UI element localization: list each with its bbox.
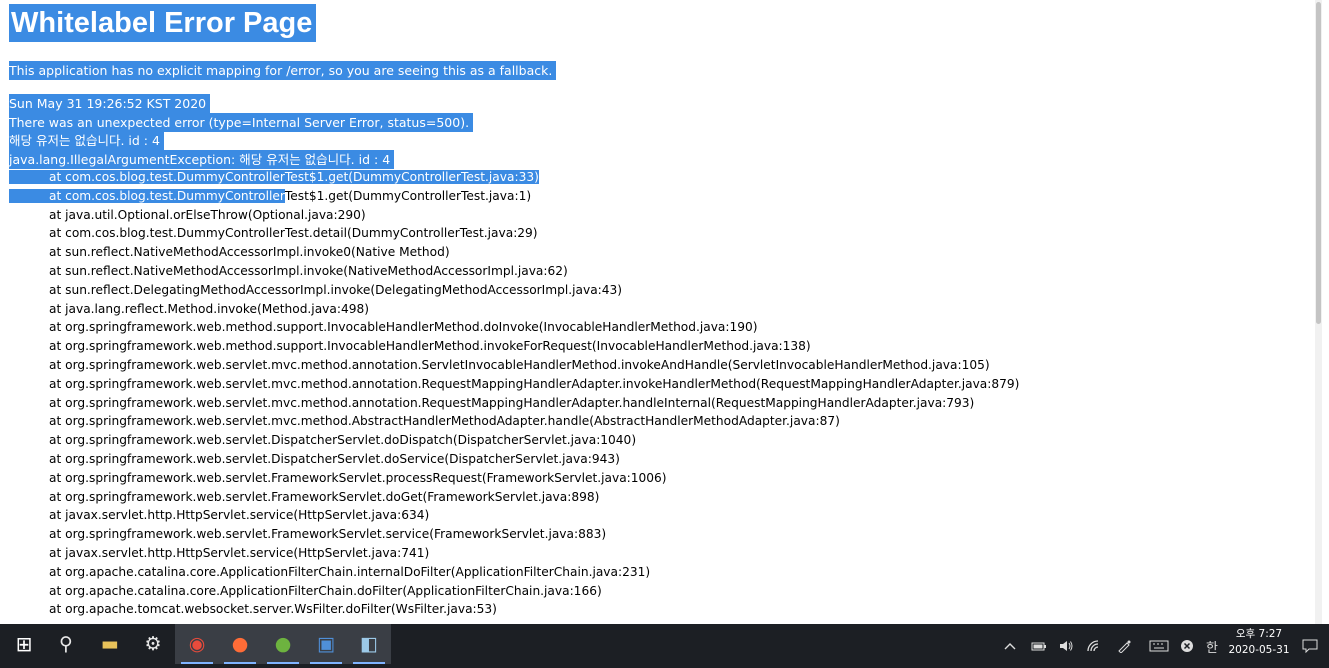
- taskbar-chrome-button[interactable]: ◉: [175, 624, 219, 664]
- taskbar-file-explorer-button[interactable]: ▬: [88, 624, 132, 664]
- stack-frame: at sun.reflect.NativeMethodAccessorImpl.…: [49, 263, 568, 278]
- editor-icon: ▣: [317, 633, 335, 655]
- stack-trace: at com.cos.blog.test.DummyControllerTest…: [9, 168, 1019, 619]
- stack-frame: at org.springframework.web.servlet.Dispa…: [49, 433, 637, 448]
- running-indicator: [181, 662, 213, 664]
- error-timestamp: Sun May 31 19:26:52 KST 2020: [9, 94, 211, 113]
- stack-frame: at com.cos.blog.test.DummyControllerTest…: [49, 226, 538, 241]
- stack-frame: at org.springframework.web.servlet.Dispa…: [49, 451, 620, 466]
- running-indicator: [224, 662, 256, 664]
- taskbar-start-button[interactable]: ⊞: [2, 624, 46, 664]
- stack-frame: at org.springframework.web.servlet.mvc.m…: [49, 357, 990, 372]
- postman-icon: ●: [231, 633, 249, 655]
- wifi-icon[interactable]: [1083, 624, 1105, 668]
- taskbar-search-button[interactable]: ⚲: [44, 624, 88, 664]
- chrome-icon: ◉: [188, 633, 206, 655]
- taskbar-notes-button[interactable]: ◧: [347, 624, 391, 664]
- stack-frame: at org.springframework.web.method.suppor…: [49, 320, 758, 335]
- notification-icon[interactable]: [1298, 624, 1322, 668]
- pen-icon[interactable]: [1113, 624, 1135, 668]
- taskbar-settings-button[interactable]: ⚙: [131, 624, 175, 664]
- stack-frame: at java.util.Optional.orElseThrow(Option…: [49, 207, 366, 222]
- stack-frame: at javax.servlet.http.HttpServlet.servic…: [49, 508, 430, 523]
- fallback-message: This application has no explicit mapping…: [9, 61, 557, 80]
- gear-icon: ⚙: [144, 633, 162, 655]
- ime-indicator[interactable]: 한: [1202, 624, 1222, 668]
- error-page: Whitelabel Error Page This application h…: [0, 0, 1322, 624]
- selected-partial-text: at com.cos.blog.test.DummyController: [9, 188, 285, 203]
- notes-icon: ◧: [360, 633, 378, 655]
- selected-frame-text: at com.cos.blog.test.DummyControllerTest…: [9, 170, 539, 184]
- stack-frame: at javax.servlet.http.HttpServlet.servic…: [49, 545, 430, 560]
- battery-icon[interactable]: [1028, 624, 1050, 668]
- clock-time: 오후 7:27: [1235, 628, 1283, 640]
- leaf-icon: ●: [274, 633, 292, 655]
- vertical-scrollbar[interactable]: [1315, 0, 1322, 624]
- stack-frame: at org.springframework.web.servlet.Frame…: [49, 489, 600, 504]
- stack-frame: at sun.reflect.NativeMethodAccessorImpl.…: [49, 245, 450, 260]
- folder-icon: ▬: [101, 633, 119, 655]
- exception-line: java.lang.IllegalArgumentException: 해당 유…: [9, 150, 395, 169]
- unselected-partial-text: Test$1.get(DummyControllerTest.java:1): [284, 188, 532, 203]
- search-icon: ⚲: [59, 633, 73, 655]
- stack-frame: at org.springframework.web.servlet.Frame…: [49, 470, 667, 485]
- stack-frame: at org.springframework.web.servlet.mvc.m…: [49, 414, 840, 429]
- stack-frame: at org.apache.catalina.core.ApplicationF…: [49, 564, 651, 579]
- keyboard-icon[interactable]: [1146, 624, 1172, 668]
- running-indicator: [267, 662, 299, 664]
- clock-date: 2020-05-31: [1228, 644, 1290, 656]
- taskbar-postman-button[interactable]: ●: [218, 624, 262, 664]
- running-indicator: [353, 662, 385, 664]
- error-summary: There was an unexpected error (type=Inte…: [9, 113, 474, 132]
- ime-label: 한: [1206, 640, 1218, 656]
- error-message: 해당 유저는 없습니다. id : 4: [9, 131, 164, 150]
- stack-frame: at org.springframework.web.servlet.mvc.m…: [49, 395, 975, 410]
- stack-frame: at com.cos.blog.test.DummyControllerTest…: [9, 168, 1019, 187]
- stack-frame: at java.lang.reflect.Method.invoke(Metho…: [49, 301, 369, 316]
- close-circle-icon[interactable]: [1176, 624, 1198, 668]
- taskbar-editor-button[interactable]: ▣: [304, 624, 348, 664]
- page-title: Whitelabel Error Page: [9, 4, 317, 42]
- windows-taskbar: ⊞ ⚲ ▬ ⚙ ◉ ● ● ▣ ◧ 한 오후 7:27 2020-05-31: [0, 624, 1329, 668]
- stack-frame: at sun.reflect.DelegatingMethodAccessorI…: [49, 282, 623, 297]
- stack-frame: at org.apache.catalina.core.ApplicationF…: [49, 583, 602, 598]
- stack-frame: at org.springframework.web.servlet.mvc.m…: [49, 376, 1020, 391]
- running-indicator: [310, 662, 342, 664]
- chevron-up-icon[interactable]: [998, 624, 1022, 668]
- windows-icon: ⊞: [15, 632, 33, 656]
- scrollbar-thumb[interactable]: [1316, 2, 1321, 324]
- stack-frame: at org.apache.tomcat.websocket.server.Ws…: [49, 602, 497, 617]
- stack-frame: at com.cos.blog.test.DummyControllerTest…: [9, 187, 1019, 206]
- system-clock[interactable]: 오후 7:27 2020-05-31: [1227, 626, 1291, 658]
- volume-icon[interactable]: [1055, 624, 1077, 668]
- stack-frame: at org.springframework.web.method.suppor…: [49, 339, 811, 354]
- stack-frame: at org.springframework.web.servlet.Frame…: [49, 527, 607, 542]
- taskbar-spring-tool-suite-button[interactable]: ●: [261, 624, 305, 664]
